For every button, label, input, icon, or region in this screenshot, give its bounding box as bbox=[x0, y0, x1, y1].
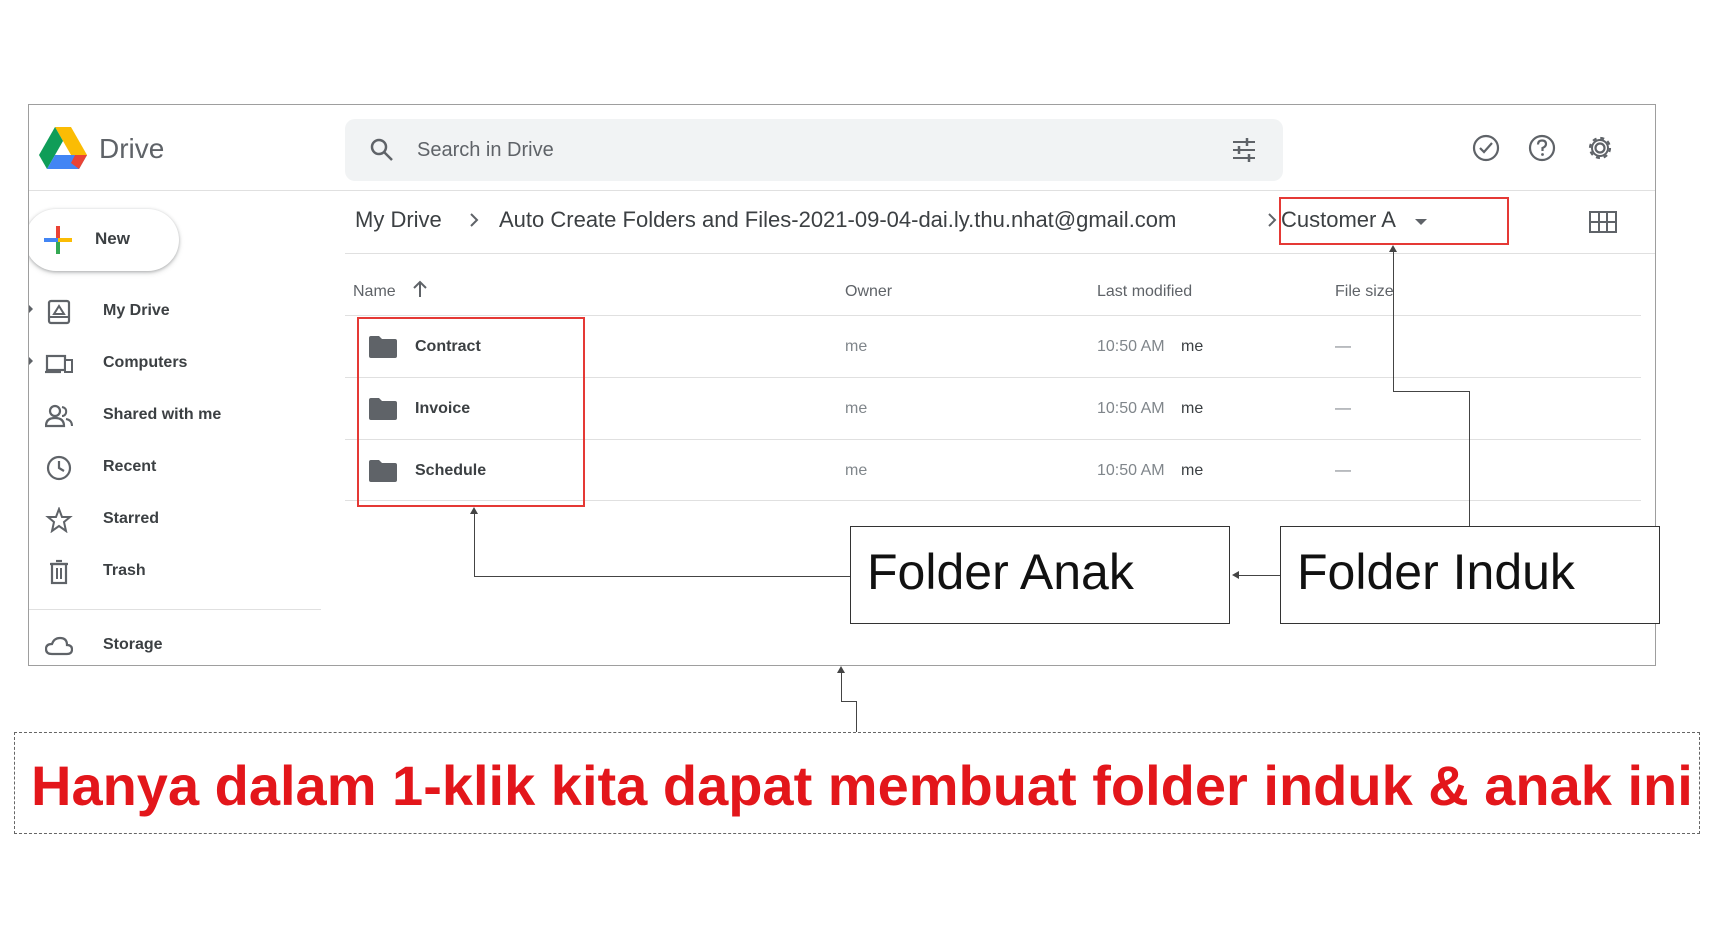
plus-icon bbox=[44, 226, 72, 254]
file-size: — bbox=[1335, 338, 1351, 355]
child-folder-callout: Folder Anak bbox=[850, 526, 1230, 624]
sidebar-item-label: Trash bbox=[103, 562, 146, 579]
file-owner: me bbox=[845, 400, 868, 417]
content-divider bbox=[345, 253, 1655, 254]
callout-label: Folder Anak bbox=[867, 544, 1134, 600]
sidebar-item-label: Recent bbox=[103, 458, 157, 475]
sidebar-item-starred[interactable]: Starred bbox=[29, 497, 309, 541]
chevron-right-icon bbox=[1268, 213, 1277, 227]
app-name: Drive bbox=[99, 133, 165, 164]
column-header-name[interactable]: Name bbox=[353, 283, 396, 301]
drive-logo-icon bbox=[39, 127, 87, 169]
expand-caret-icon[interactable] bbox=[29, 355, 33, 367]
connector-line bbox=[856, 701, 857, 732]
connector-line bbox=[474, 511, 475, 577]
help-icon[interactable] bbox=[1527, 133, 1557, 163]
sidebar-item-label: Computers bbox=[103, 354, 188, 371]
connector-line bbox=[841, 670, 842, 702]
sidebar-item-storage[interactable]: Storage bbox=[29, 623, 309, 665]
arrowhead bbox=[470, 507, 478, 514]
expand-caret-icon[interactable] bbox=[29, 303, 33, 315]
computers-icon bbox=[45, 354, 73, 374]
connector-line bbox=[1469, 391, 1470, 529]
file-modified: 10:50 AM bbox=[1097, 400, 1165, 417]
clock-icon bbox=[46, 455, 72, 481]
page: Drive Search in Drive New My Drive Compu… bbox=[0, 0, 1710, 933]
sidebar-item-recent[interactable]: Recent bbox=[29, 445, 309, 489]
connector-line bbox=[1238, 575, 1280, 576]
breadcrumb-item-parent-folder[interactable]: Auto Create Folders and Files-2021-09-04… bbox=[499, 207, 1176, 233]
search-options-icon[interactable] bbox=[1231, 137, 1257, 163]
connector-line bbox=[841, 701, 857, 702]
search-bar[interactable] bbox=[345, 119, 1283, 181]
trash-icon bbox=[50, 559, 68, 585]
top-bar: Drive bbox=[29, 105, 1655, 191]
file-owner: me bbox=[845, 338, 868, 355]
chevron-right-icon bbox=[470, 213, 479, 227]
sidebar-item-my-drive[interactable]: My Drive bbox=[29, 289, 309, 333]
arrowhead bbox=[837, 666, 845, 673]
file-modified-by: me bbox=[1181, 400, 1204, 417]
new-button[interactable]: New bbox=[29, 209, 179, 271]
sort-ascending-icon[interactable] bbox=[411, 279, 429, 299]
settings-gear-icon[interactable] bbox=[1585, 133, 1615, 163]
ready-for-offline-icon[interactable] bbox=[1471, 133, 1501, 163]
sidebar-item-label: Shared with me bbox=[103, 406, 222, 423]
new-button-label: New bbox=[95, 229, 130, 248]
star-icon bbox=[45, 507, 73, 533]
cloud-icon bbox=[45, 636, 73, 656]
column-header-last-modified: Last modified bbox=[1097, 283, 1193, 300]
file-size: — bbox=[1335, 400, 1351, 417]
caption-box: Hanya dalam 1-klik kita dapat membuat fo… bbox=[14, 732, 1700, 834]
search-input[interactable] bbox=[417, 131, 1177, 169]
connector-line bbox=[474, 576, 878, 577]
caption-text: Hanya dalam 1-klik kita dapat membuat fo… bbox=[31, 754, 1693, 817]
my-drive-icon bbox=[47, 299, 71, 325]
callout-label: Folder Induk bbox=[1297, 544, 1575, 600]
arrowhead bbox=[1389, 245, 1397, 252]
arrowhead bbox=[1232, 571, 1239, 579]
connector-line bbox=[1393, 391, 1469, 392]
search-icon[interactable] bbox=[369, 137, 395, 163]
file-modified-by: me bbox=[1181, 338, 1204, 355]
sidebar-item-shared-with-me[interactable]: Shared with me bbox=[29, 393, 309, 437]
child-folders-highlight-box bbox=[357, 317, 585, 507]
sidebar-item-label: Storage bbox=[103, 636, 163, 653]
column-header-owner: Owner bbox=[845, 283, 893, 300]
sidebar-item-trash[interactable]: Trash bbox=[29, 549, 309, 593]
parent-folder-callout: Folder Induk bbox=[1280, 526, 1660, 624]
breadcrumb-item-my-drive[interactable]: My Drive bbox=[355, 207, 442, 233]
grid-view-icon[interactable] bbox=[1589, 211, 1617, 233]
connector-line bbox=[1393, 249, 1394, 391]
file-size: — bbox=[1335, 462, 1351, 479]
file-modified-by: me bbox=[1181, 462, 1204, 479]
file-modified: 10:50 AM bbox=[1097, 338, 1165, 355]
file-owner: me bbox=[845, 462, 868, 479]
sidebar-item-label: My Drive bbox=[103, 302, 170, 319]
sidebar-item-computers[interactable]: Computers bbox=[29, 341, 309, 385]
parent-folder-highlight-box bbox=[1279, 197, 1509, 245]
sidebar-divider bbox=[29, 609, 321, 610]
shared-with-me-icon bbox=[45, 404, 73, 428]
sidebar-item-label: Starred bbox=[103, 510, 160, 527]
column-header-file-size: File size bbox=[1335, 283, 1394, 300]
file-modified: 10:50 AM bbox=[1097, 462, 1165, 479]
